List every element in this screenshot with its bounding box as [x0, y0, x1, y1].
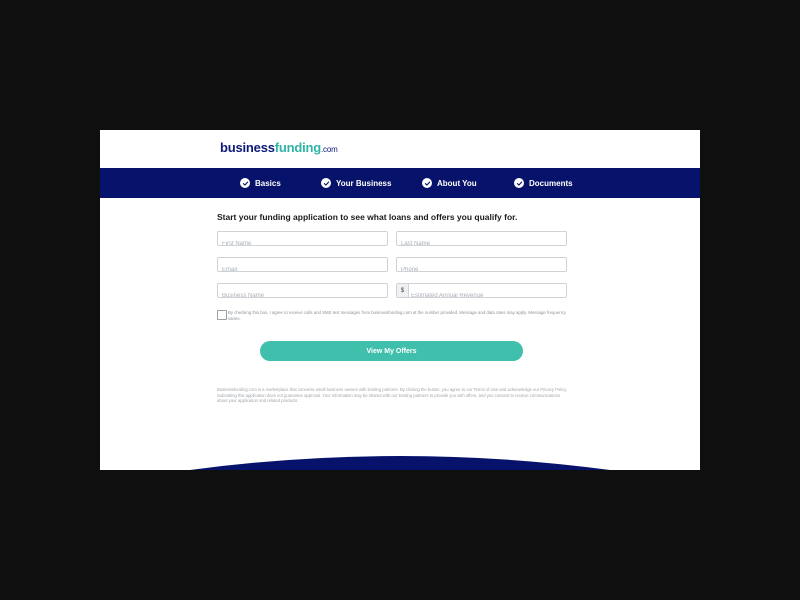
brand-logo-part-2: funding [274, 140, 322, 155]
currency-prefix: $ [397, 284, 409, 297]
step-label: About You [437, 178, 477, 188]
view-my-offers-button[interactable]: View My Offers [260, 341, 523, 361]
check-circle-icon [240, 178, 250, 188]
consent-text: By checking this box, I agree to receive… [228, 310, 566, 321]
business-name-input[interactable] [218, 289, 387, 303]
phone-input[interactable] [397, 263, 566, 277]
step-basics: Basics [240, 168, 281, 198]
last-name-input[interactable] [397, 237, 566, 251]
consent-checkbox[interactable] [217, 310, 227, 320]
annual-revenue-field[interactable]: $ [396, 283, 567, 303]
step-your-business: Your Business [321, 168, 391, 198]
check-circle-icon [321, 178, 331, 188]
check-circle-icon [514, 178, 524, 188]
legal-disclaimer: Businessfunding.com is a marketplace tha… [217, 387, 568, 404]
business-name-field[interactable] [217, 283, 388, 303]
step-about-you: About You [422, 168, 477, 198]
form-title: Start your funding application to see wh… [217, 212, 518, 222]
progress-steps-bar: Basics Your Business About You Documents [100, 168, 700, 198]
check-circle-icon [422, 178, 432, 188]
last-name-field[interactable] [396, 231, 567, 251]
brand-logo-part-1: business [220, 140, 275, 155]
step-label: Documents [529, 178, 573, 188]
step-label: Your Business [336, 178, 392, 188]
phone-field[interactable] [396, 257, 567, 277]
first-name-field[interactable] [217, 231, 388, 251]
step-documents: Documents [514, 168, 573, 198]
email-input[interactable] [218, 263, 387, 277]
step-label: Basics [255, 178, 281, 188]
application-page: businessfunding.com Basics Your Business… [100, 130, 700, 470]
annual-revenue-input[interactable] [397, 289, 566, 303]
brand-logo[interactable]: businessfunding.com [220, 140, 338, 155]
email-field[interactable] [217, 257, 388, 277]
footer-wave-decoration [190, 456, 610, 470]
site-header: businessfunding.com [100, 130, 700, 168]
first-name-input[interactable] [218, 237, 387, 251]
brand-logo-part-3: .com [321, 145, 338, 154]
